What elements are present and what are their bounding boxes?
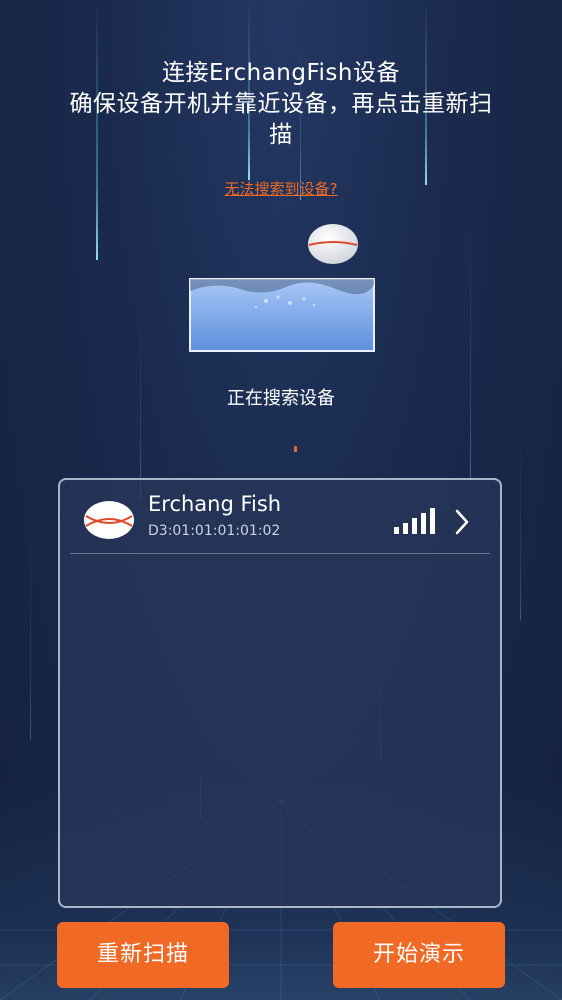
cannot-find-device-link[interactable]: 无法搜索到设备?: [0, 178, 562, 199]
row-divider: [70, 553, 490, 554]
rescan-button[interactable]: 重新扫描: [57, 922, 229, 988]
title-line-3: 描: [269, 122, 293, 148]
device-list-item[interactable]: Erchang Fish D3:01:01:01:01:02: [60, 480, 500, 554]
searching-status: 正在搜索设备: [227, 388, 335, 409]
fish-finder-ball-icon: [308, 224, 358, 264]
loading-indicator: [294, 446, 297, 452]
start-demo-button[interactable]: 开始演示: [333, 922, 505, 988]
title-line-1: 连接ErchangFish设备: [162, 60, 400, 86]
signal-strength-icon: [394, 508, 435, 534]
device-list-panel: Erchang Fish D3:01:01:01:01:02: [58, 478, 502, 908]
title-line-2: 确保设备开机并靠近设备，再点击重新扫: [69, 91, 493, 117]
device-mac-address: D3:01:01:01:01:02: [148, 523, 281, 539]
device-in-water-illustration: [189, 224, 375, 352]
page-title: 连接ErchangFish设备 确保设备开机并靠近设备，再点击重新扫 描: [0, 58, 562, 151]
chevron-right-icon: [455, 509, 469, 535]
fish-finder-device-icon: [84, 501, 134, 539]
device-name: Erchang Fish: [148, 492, 282, 516]
